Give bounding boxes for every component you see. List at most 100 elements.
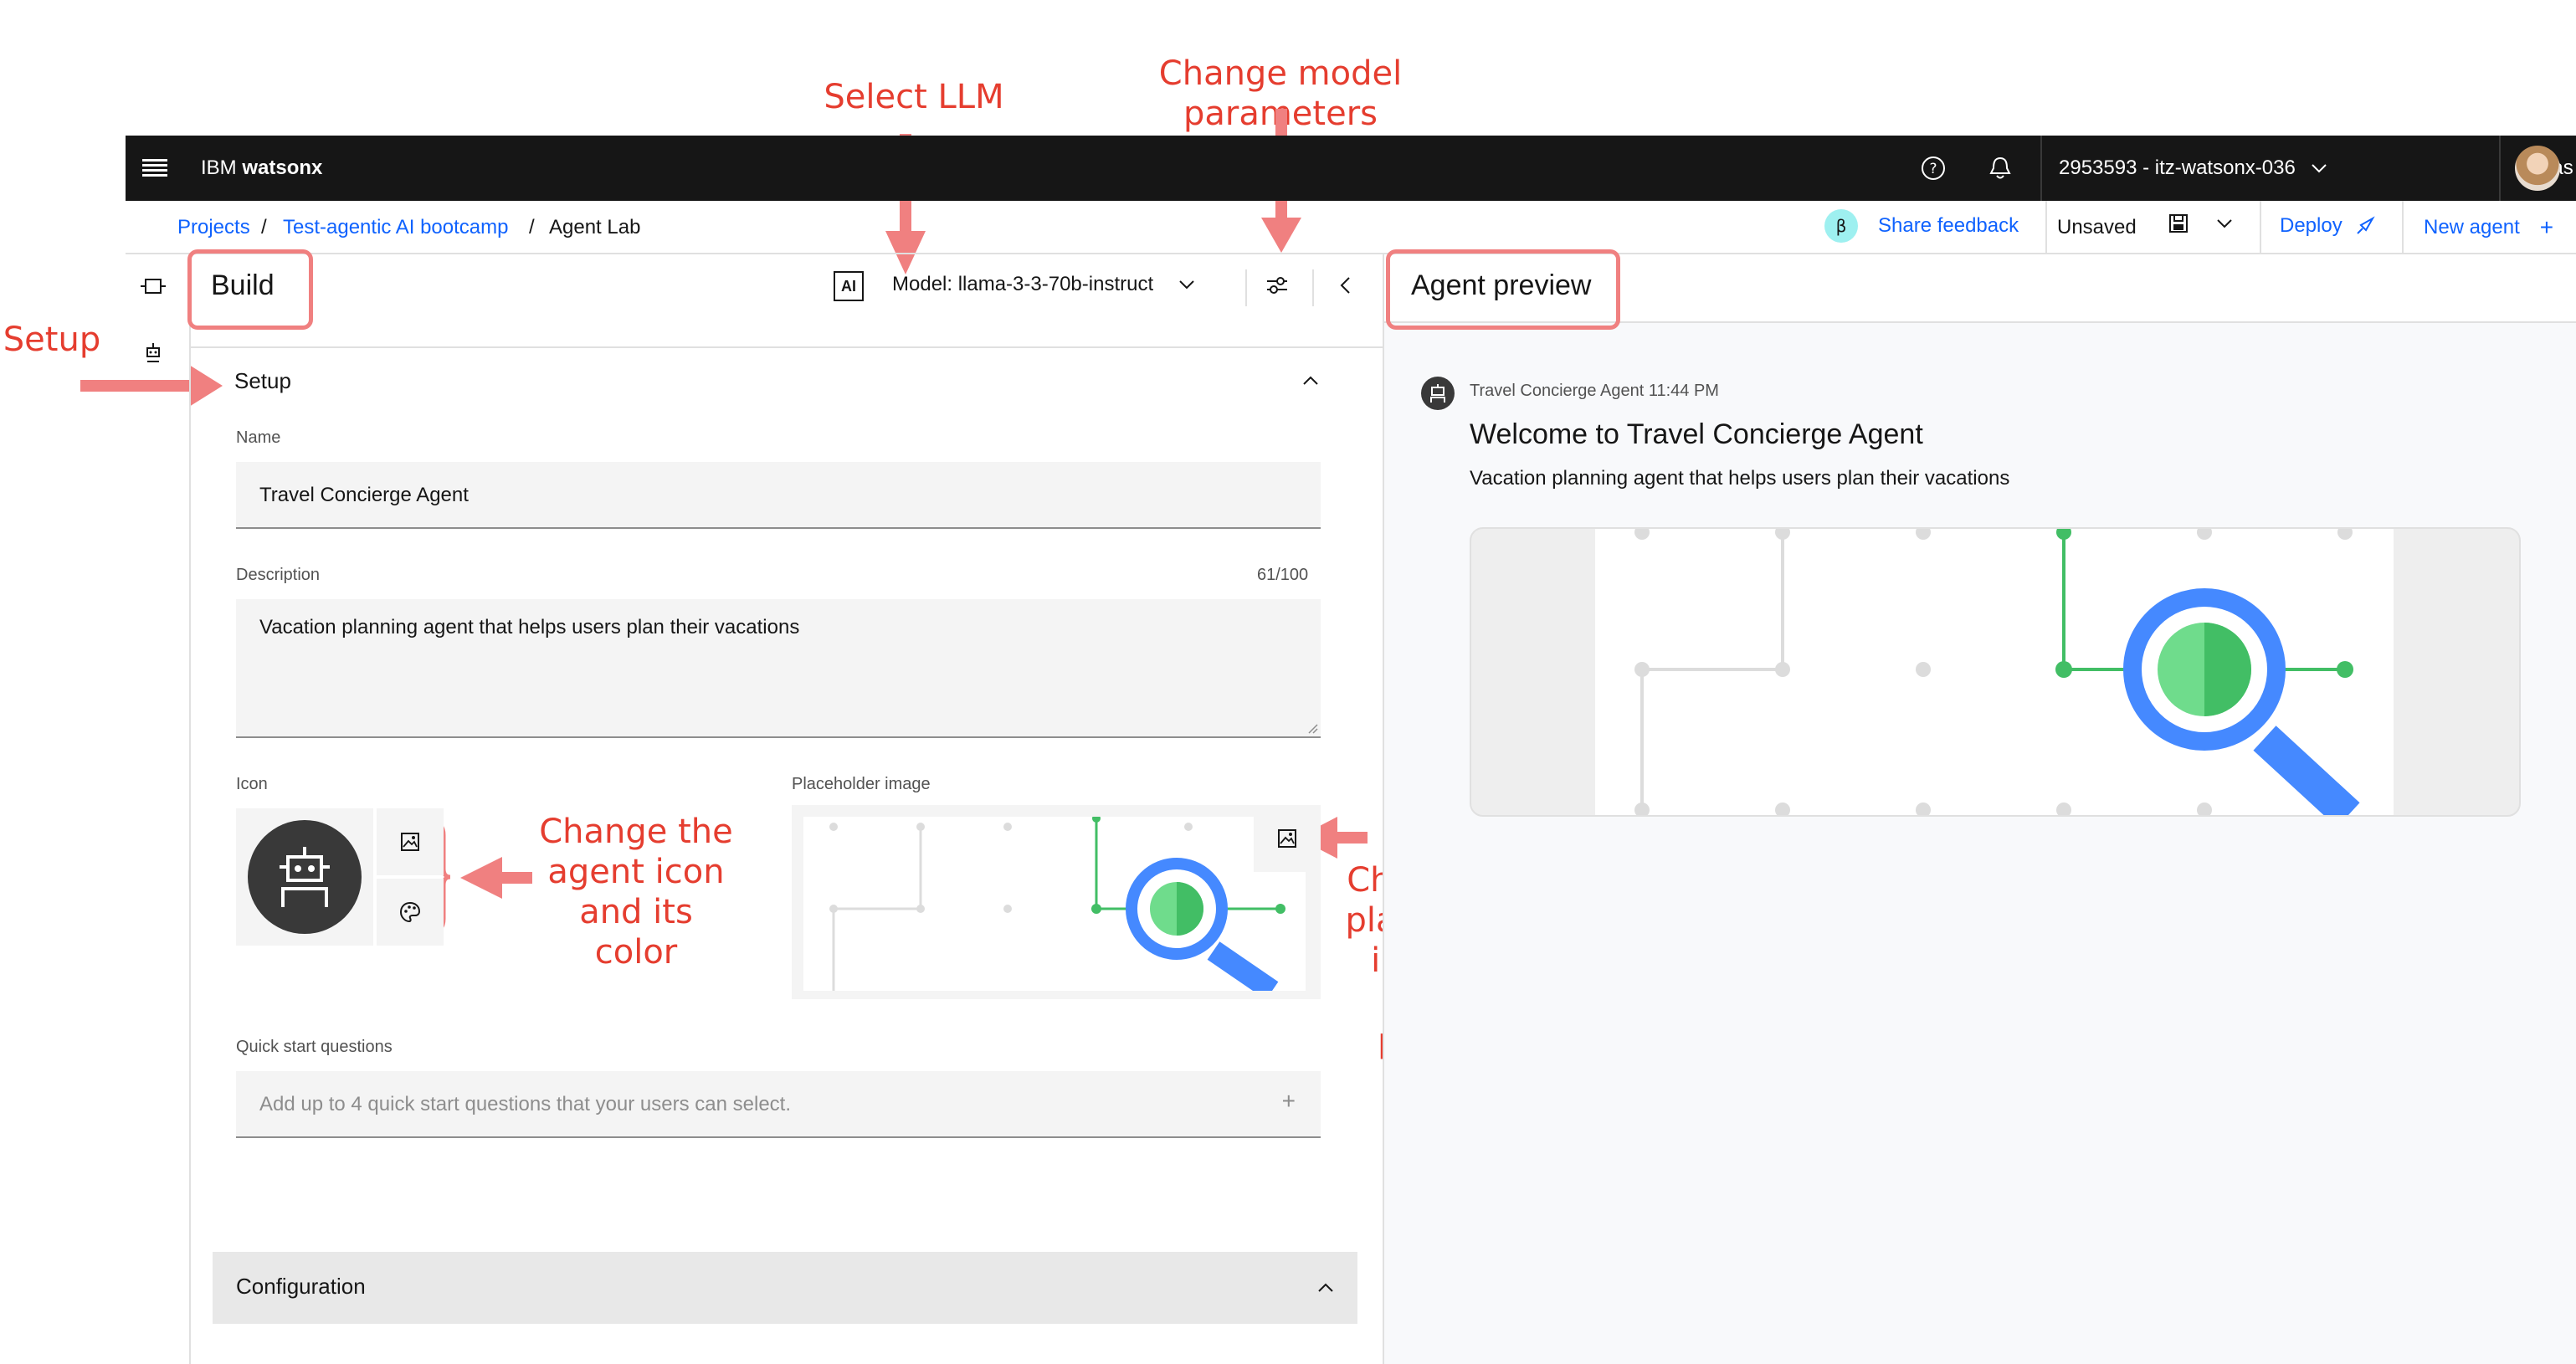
collapse-preview-button[interactable] [1339, 276, 1352, 295]
notifications-button[interactable] [1983, 136, 2017, 201]
arrow-head-icon [460, 857, 502, 899]
build-header-divider [191, 346, 1383, 348]
arrow-head-model-params [1261, 218, 1301, 253]
configuration-section-toggle[interactable]: Configuration [213, 1252, 1357, 1324]
robot-icon [1430, 384, 1445, 403]
placeholder-illustration [803, 817, 1306, 991]
description-count: 61/100 [1257, 566, 1309, 584]
help-icon: ? [1922, 156, 1945, 180]
placeholder-image-label: Placeholder image [792, 775, 931, 793]
chevron-left-icon [1340, 277, 1350, 294]
change-icon-color-button[interactable] [377, 879, 444, 946]
divider [2040, 136, 2042, 201]
description-field[interactable]: Vacation planning agent that helps users… [236, 599, 1321, 738]
image-icon [1278, 829, 1296, 848]
brand-logo[interactable]: IBM watsonx [201, 136, 322, 201]
add-question-button[interactable]: + [1282, 1088, 1296, 1115]
icon-label: Icon [236, 775, 268, 793]
save-options-button[interactable] [2216, 218, 2233, 229]
divider [1312, 269, 1314, 306]
resize-handle-icon[interactable] [1307, 723, 1319, 735]
name-field[interactable]: Travel Concierge Agent [236, 462, 1321, 529]
share-feedback-link[interactable]: Share feedback [1878, 214, 2019, 238]
setup-section-title: Setup [234, 368, 291, 393]
preview-agent-avatar [1421, 377, 1455, 410]
annotation-change-icon-line1: Change the [539, 813, 733, 851]
divider [1245, 269, 1247, 306]
user-avatar[interactable] [2512, 136, 2563, 201]
save-icon [2169, 214, 2188, 233]
placeholder-image-box [792, 805, 1321, 999]
new-agent-button[interactable]: New agent + [2424, 214, 2553, 241]
description-label: Description [236, 566, 321, 584]
split-view-icon [141, 279, 166, 294]
sliders-icon [1267, 277, 1287, 294]
agent-preview-title: Agent preview [1411, 269, 1592, 301]
ai-badge: AI [834, 271, 864, 301]
chevron-down-icon [2312, 164, 2327, 173]
help-button[interactable]: ? [1917, 136, 1950, 201]
breadcrumb-current: Agent Lab [549, 216, 641, 238]
deploy-button[interactable]: Deploy [2280, 214, 2376, 238]
rail-layout-button[interactable] [141, 276, 166, 296]
chevron-down-icon [2217, 219, 2232, 228]
name-value: Travel Concierge Agent [259, 484, 469, 506]
annotation-setup: Setup [3, 320, 101, 359]
chevron-down-icon [1179, 280, 1194, 290]
model-label: Model: llama-3-3-70b-instruct [892, 273, 1154, 295]
rocket-icon [2357, 216, 2375, 234]
robot-icon [280, 847, 330, 907]
change-placeholder-image-button[interactable] [1254, 805, 1321, 872]
build-title: Build [211, 269, 275, 301]
header-divider [126, 253, 2576, 254]
breadcrumb-project[interactable]: Test-agentic AI bootcamp [283, 216, 508, 239]
quick-start-label: Quick start questions [236, 1038, 393, 1056]
robot-icon [146, 343, 160, 362]
preview-welcome: Welcome to Travel Concierge Agent [1470, 418, 1923, 450]
arrow-placeholder [1334, 832, 1368, 844]
rail-agent-button[interactable] [142, 341, 164, 363]
menu-icon [142, 159, 167, 177]
annotation-select-llm: Select LLM [824, 78, 1004, 116]
divider [2260, 201, 2261, 254]
model-selector[interactable]: Model: llama-3-3-70b-instruct [892, 273, 1195, 296]
left-rail-divider [189, 254, 191, 1364]
top-navigation-bar: IBM watsonx ? 2953593 - itz-watsonx-036 … [126, 136, 2576, 201]
arrow-head-setup [189, 365, 223, 407]
feedback-badge: β [1824, 209, 1858, 243]
breadcrumb-projects[interactable]: Projects [177, 216, 250, 239]
image-icon [401, 833, 419, 851]
deploy-label: Deploy [2280, 214, 2343, 237]
name-label: Name [236, 428, 281, 447]
hamburger-menu-button[interactable] [142, 136, 176, 201]
arrow-setup [80, 380, 198, 392]
setup-section-toggle[interactable]: Setup [234, 368, 1319, 398]
bell-icon [1989, 156, 2011, 179]
annotation-change-icon-line3: and its color [579, 893, 693, 972]
divider [2499, 136, 2501, 201]
model-parameters-button[interactable] [1265, 274, 1289, 296]
account-label: 2953593 - itz-watsonx-036 [2059, 156, 2296, 179]
breadcrumb-separator: / [529, 216, 535, 238]
save-status: Unsaved [2057, 216, 2137, 238]
svg-text:?: ? [1929, 161, 1937, 177]
description-value: Vacation planning agent that helps users… [259, 616, 800, 638]
preview-placeholder-image [1470, 527, 2521, 817]
breadcrumb-separator: / [261, 216, 267, 238]
quick-start-field[interactable]: Add up to 4 quick start questions that y… [236, 1071, 1321, 1138]
divider [2045, 201, 2047, 254]
color-palette-icon [399, 901, 421, 923]
brand-prefix: IBM [201, 156, 243, 179]
quick-start-placeholder: Add up to 4 quick start questions that y… [259, 1093, 792, 1115]
new-agent-label: New agent [2424, 216, 2520, 238]
chevron-up-icon [1318, 1283, 1333, 1292]
account-switcher[interactable]: 2953593 - itz-watsonx-036 [2059, 136, 2491, 201]
annotation-change-icon-line2: agent icon [547, 853, 725, 891]
annotation-change-icon: Change the agent icon and its color [536, 812, 736, 972]
agent-avatar [248, 820, 362, 934]
divider [2402, 201, 2404, 254]
change-icon-image-button[interactable] [377, 808, 444, 875]
preview-agent-meta: Travel Concierge Agent 11:44 PM [1470, 382, 1719, 400]
add-icon: + [2539, 214, 2554, 240]
save-button[interactable] [2168, 213, 2189, 234]
